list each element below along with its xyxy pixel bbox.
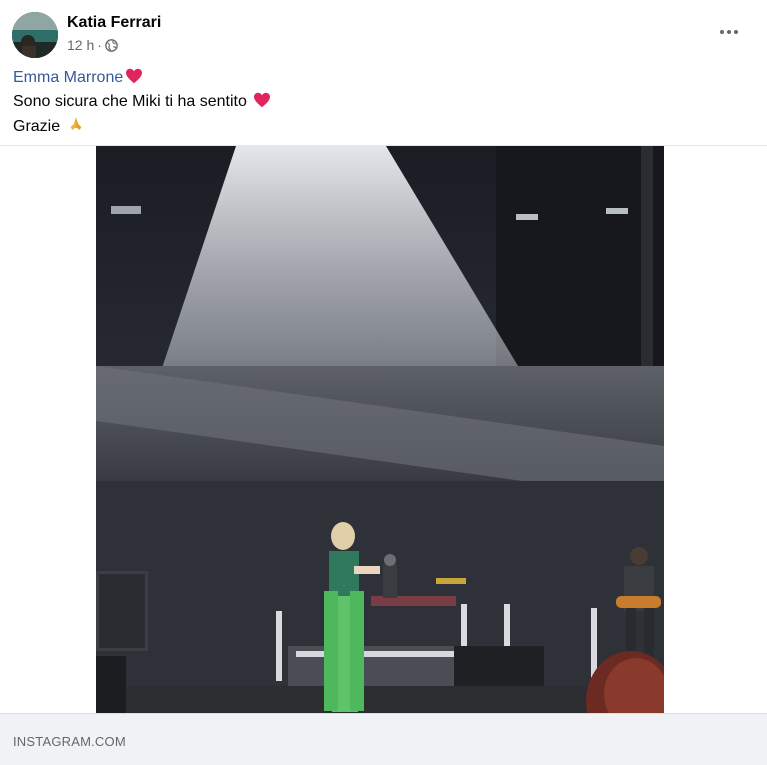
avatar[interactable] bbox=[12, 12, 58, 58]
more-options-icon[interactable] bbox=[711, 20, 747, 44]
author-name[interactable]: Katia Ferrari bbox=[67, 14, 161, 32]
post-meta: 12 h · bbox=[67, 37, 118, 53]
globe-icon[interactable] bbox=[105, 38, 118, 52]
text-line-2-content: Sono sicura che Miki ti ha sentito bbox=[13, 93, 247, 110]
post-text: Emma Marrone Sono sicura che Miki ti ha … bbox=[13, 67, 271, 140]
link-preview-footer[interactable]: INSTAGRAM.COM bbox=[0, 713, 767, 765]
post-timestamp[interactable]: 12 h bbox=[67, 37, 94, 53]
text-line-3: Grazie bbox=[13, 115, 271, 140]
text-line-2: Sono sicura che Miki ti ha sentito bbox=[13, 91, 271, 115]
text-line-1: Emma Marrone bbox=[13, 67, 271, 91]
facebook-post: Katia Ferrari 12 h · Emma Marrone Sono s… bbox=[0, 0, 767, 765]
text-line-3-content: Grazie bbox=[13, 118, 61, 135]
post-video-thumbnail[interactable] bbox=[96, 146, 664, 713]
folded-hands-icon bbox=[67, 115, 85, 140]
post-header: Katia Ferrari 12 h · bbox=[0, 0, 767, 64]
link-source: INSTAGRAM.COM bbox=[13, 734, 126, 749]
mention-link[interactable]: Emma Marrone bbox=[13, 69, 123, 86]
red-heart-icon bbox=[253, 92, 271, 115]
meta-separator: · bbox=[97, 37, 102, 53]
red-heart-icon bbox=[125, 68, 143, 91]
